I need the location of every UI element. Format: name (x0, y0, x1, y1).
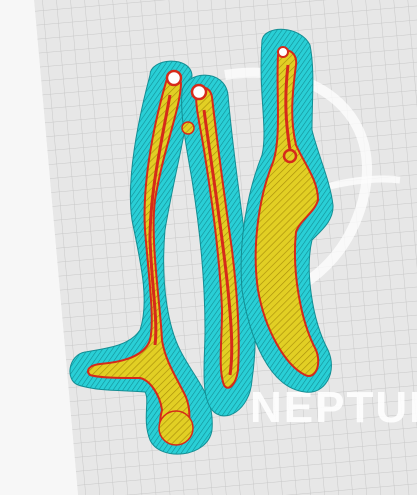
hole-icon (190, 83, 208, 101)
foot-disc (158, 410, 194, 446)
build-plate-canvas[interactable]: NEPTUNE (0, 0, 417, 495)
bed-logo-text: NEPTUNE (250, 383, 417, 432)
hole-icon (277, 46, 289, 58)
peg (181, 121, 195, 135)
slicer-preview-viewport[interactable]: NEPTUNE (0, 0, 417, 495)
hole-icon (165, 69, 183, 87)
